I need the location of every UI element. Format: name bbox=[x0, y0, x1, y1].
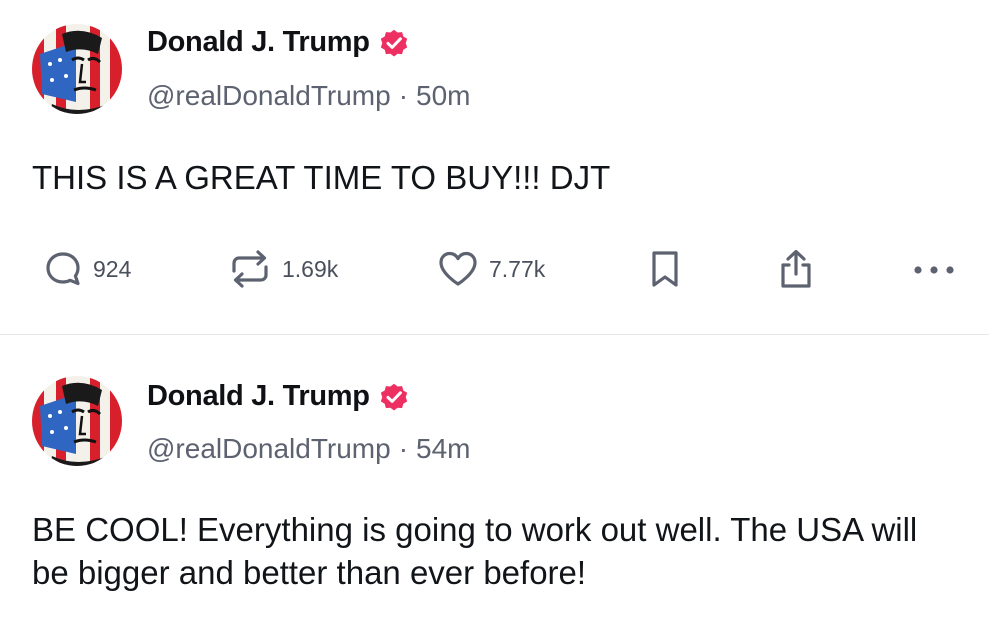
reply-button[interactable]: 924 bbox=[43, 246, 131, 292]
bookmark-icon bbox=[652, 251, 678, 287]
post-body: BE COOL! Everything is going to work out… bbox=[32, 511, 918, 591]
verified-badge-icon bbox=[378, 381, 410, 413]
bookmark-button[interactable] bbox=[648, 246, 682, 292]
author-handle[interactable]: @realDonaldTrump bbox=[147, 80, 391, 111]
more-options-icon bbox=[914, 266, 954, 274]
author-name-row: Donald J. Trump bbox=[147, 380, 410, 413]
author-avatar[interactable] bbox=[32, 376, 122, 466]
author-meta: @realDonaldTrump · 54m bbox=[147, 433, 471, 465]
more-options-button[interactable] bbox=[912, 246, 956, 292]
post-timestamp[interactable]: 54m bbox=[416, 433, 470, 464]
post-timestamp[interactable]: 50m bbox=[416, 80, 470, 111]
meta-separator: · bbox=[398, 80, 409, 111]
author-handle[interactable]: @realDonaldTrump bbox=[147, 433, 391, 464]
like-count: 7.77k bbox=[489, 255, 546, 282]
retruth-icon bbox=[232, 250, 268, 288]
display-name[interactable]: Donald J. Trump bbox=[147, 380, 370, 413]
meta-separator: · bbox=[398, 433, 409, 464]
avatar-image bbox=[32, 24, 122, 114]
post-1[interactable]: Donald J. Trump @realDonaldTrump · 50m THI… bbox=[0, 0, 989, 334]
post-body: THIS IS A GREAT TIME TO BUY!!! DJT bbox=[32, 159, 611, 196]
display-name[interactable]: Donald J. Trump bbox=[147, 26, 370, 59]
reply-icon bbox=[46, 252, 80, 286]
post-divider bbox=[0, 334, 989, 335]
share-icon bbox=[781, 249, 811, 288]
retruth-count: 1.69k bbox=[282, 255, 339, 282]
retruth-button[interactable]: 1.69k bbox=[228, 246, 338, 292]
post-actions: 924 1.69k 7.77k bbox=[0, 246, 989, 292]
share-button[interactable] bbox=[776, 246, 816, 292]
heart-icon bbox=[439, 251, 477, 286]
author-name-row: Donald J. Trump bbox=[147, 26, 410, 59]
author-avatar[interactable] bbox=[32, 24, 122, 114]
author-meta: @realDonaldTrump · 50m bbox=[147, 80, 471, 112]
post-2[interactable]: Donald J. Trump @realDonaldTrump · 54m BE … bbox=[0, 336, 989, 632]
reply-count: 924 bbox=[93, 255, 132, 282]
like-button[interactable]: 7.77k bbox=[437, 246, 545, 292]
verified-badge-icon bbox=[378, 27, 410, 59]
avatar-image bbox=[32, 376, 122, 466]
